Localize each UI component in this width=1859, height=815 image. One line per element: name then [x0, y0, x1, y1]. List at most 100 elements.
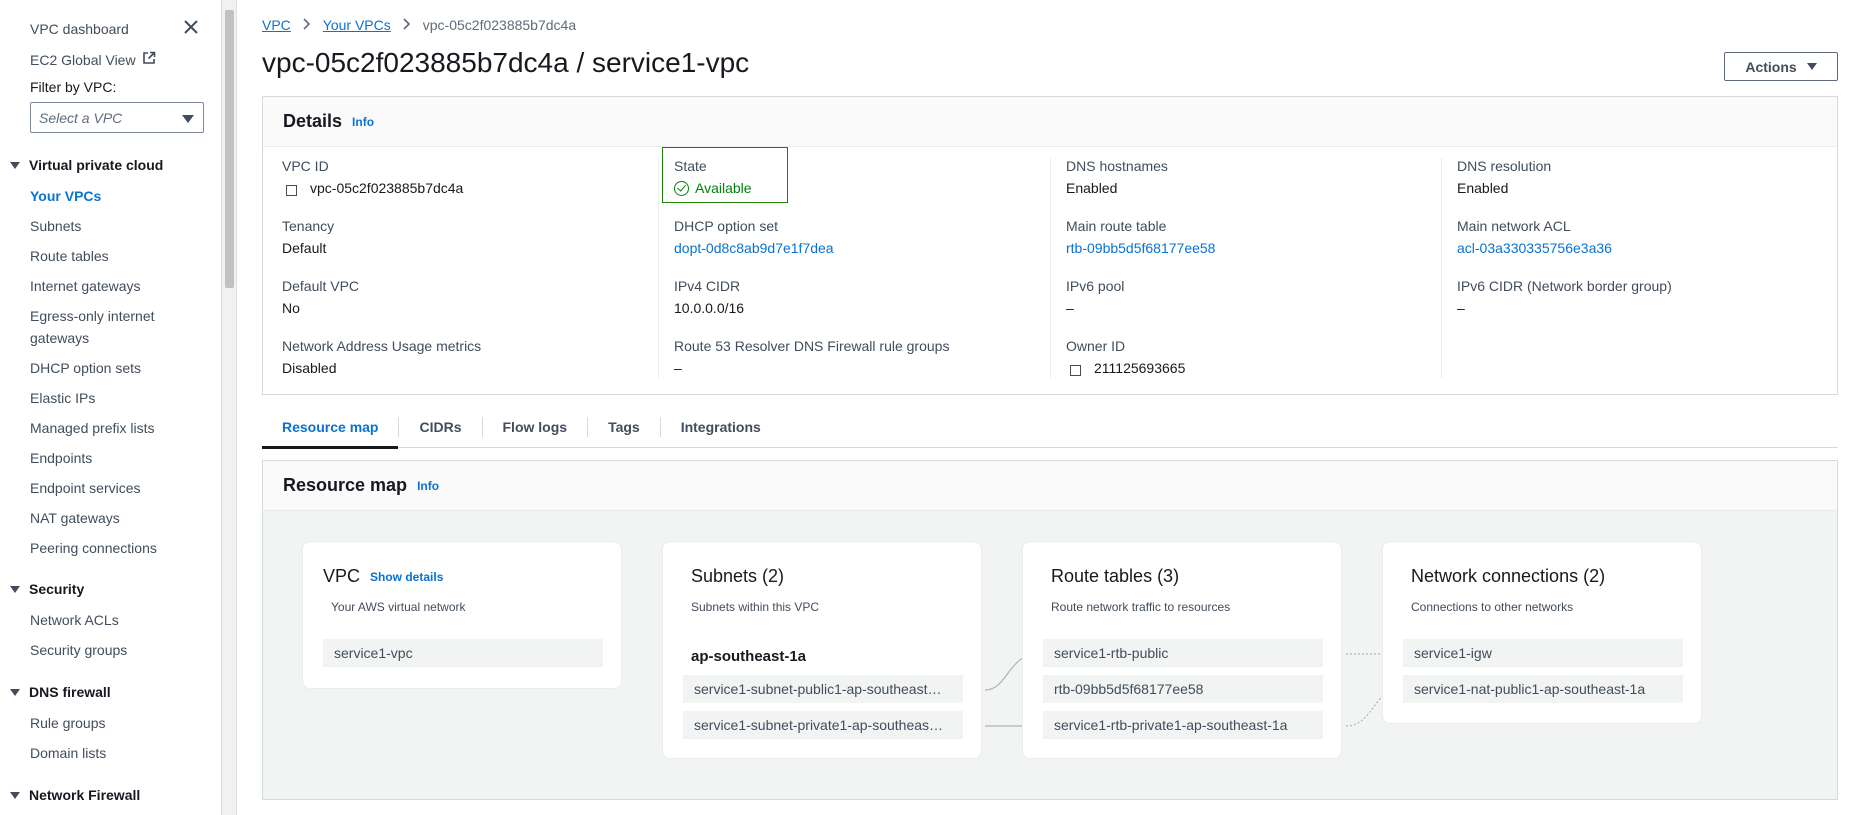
caret-down-icon — [10, 791, 20, 799]
sidebar-item-endpoints[interactable]: Endpoints — [30, 450, 92, 466]
copy-icon[interactable] — [286, 181, 301, 196]
caret-down-icon — [182, 115, 194, 123]
sidebar-section-network-firewall[interactable]: Network Firewall — [10, 787, 140, 803]
main-acl-link[interactable]: acl-03a330335756e3a36 — [1457, 240, 1612, 256]
sidebar-scrollbar[interactable] — [222, 0, 237, 815]
scrollbar-thumb[interactable] — [225, 10, 234, 288]
sidebar-item-elastic-ips[interactable]: Elastic IPs — [30, 390, 95, 406]
route53-label: Route 53 Resolver DNS Firewall rule grou… — [674, 338, 950, 354]
ipv6-cidr-value: – — [1457, 300, 1465, 316]
vpc-id-value: vpc-05c2f023885b7dc4a — [286, 180, 463, 196]
sidebar-vpc-dashboard[interactable]: VPC dashboard — [30, 21, 129, 37]
sidebar-item-dhcp-option-sets[interactable]: DHCP option sets — [30, 360, 141, 376]
sidebar-section-dns-firewall[interactable]: DNS firewall — [10, 684, 111, 700]
vpc-filter-placeholder: Select a VPC — [39, 109, 123, 126]
sidebar-section-security[interactable]: Security — [10, 581, 84, 597]
vpc-card-title: VPC Show details — [323, 566, 443, 587]
route-table-chip-main[interactable]: rtb-09bb5d5f68177ee58 — [1043, 675, 1323, 703]
main-content: VPC Your VPCs vpc-05c2f023885b7dc4a vpc-… — [238, 0, 1859, 815]
dhcp-link[interactable]: dopt-0d8c8ab9d7e1f7dea — [674, 240, 834, 256]
tab-resource-map[interactable]: Resource map — [262, 406, 399, 449]
route-table-chip-public[interactable]: service1-rtb-public — [1043, 639, 1323, 667]
subnets-card-subtitle: Subnets within this VPC — [691, 600, 820, 614]
chevron-right-icon — [403, 17, 411, 33]
network-chip-igw[interactable]: service1-igw — [1403, 639, 1683, 667]
sidebar-item-network-acls[interactable]: Network ACLs — [30, 612, 119, 628]
tab-bar: Resource map CIDRs Flow logs Tags Integr… — [262, 406, 1838, 449]
network-chip-nat[interactable]: service1-nat-public1-ap-southeast-1a — [1403, 675, 1683, 703]
ipv6-pool-label: IPv6 pool — [1066, 278, 1125, 294]
breadcrumb-current: vpc-05c2f023885b7dc4a — [422, 17, 577, 33]
subnet-chip-public[interactable]: service1-subnet-public1-ap-southeast… — [683, 675, 963, 703]
state-text: Available — [695, 180, 752, 196]
copy-icon[interactable] — [1070, 361, 1085, 376]
page-title: vpc-05c2f023885b7dc4a / service1-vpc — [262, 47, 750, 78]
main-route-table-label: Main route table — [1066, 218, 1167, 234]
sidebar-item-egress-only-gateways-line2[interactable]: gateways — [30, 330, 89, 346]
tab-cidrs[interactable]: CIDRs — [399, 406, 481, 448]
ipv6-pool-value: – — [1066, 300, 1074, 316]
route-tables-card-title: Route tables (3) — [1051, 566, 1180, 586]
sidebar-ec2-global-view[interactable]: EC2 Global View — [30, 51, 156, 68]
sidebar-item-peering-connections[interactable]: Peering connections — [30, 540, 157, 556]
vpc-chip[interactable]: service1-vpc — [323, 639, 603, 667]
sidebar-item-security-groups[interactable]: Security groups — [30, 642, 127, 658]
details-header: Details Info — [263, 97, 1837, 147]
sidebar-item-managed-prefix-lists[interactable]: Managed prefix lists — [30, 420, 155, 436]
chevron-right-icon — [303, 17, 311, 33]
sidebar-ec2-global-view-label: EC2 Global View — [30, 51, 136, 68]
sidebar-item-internet-gateways[interactable]: Internet gateways — [30, 278, 141, 294]
subnet-chip-private[interactable]: service1-subnet-private1-ap-southeas… — [683, 711, 963, 739]
details-info-link[interactable]: Info — [352, 115, 374, 129]
external-link-icon — [142, 51, 156, 68]
breadcrumb-your-vpcs[interactable]: Your VPCs — [323, 17, 391, 33]
main-route-table-link[interactable]: rtb-09bb5d5f68177ee58 — [1066, 240, 1215, 256]
vpc-id-text: vpc-05c2f023885b7dc4a — [310, 180, 464, 196]
breadcrumb-vpc[interactable]: VPC — [262, 17, 291, 33]
nau-metrics-label: Network Address Usage metrics — [282, 338, 482, 354]
resource-map-info-link[interactable]: Info — [417, 479, 439, 493]
sidebar-item-egress-only-gateways[interactable]: Egress-only internet — [30, 308, 155, 324]
section-title: Security — [29, 581, 85, 597]
vpc-filter-select[interactable]: Select a VPC — [30, 102, 204, 133]
sidebar-item-your-vpcs[interactable]: Your VPCs — [30, 188, 101, 204]
sidebar-item-domain-lists[interactable]: Domain lists — [30, 745, 106, 761]
state-value: Available — [674, 180, 752, 196]
owner-id-label: Owner ID — [1066, 338, 1126, 354]
network-connections-card-title: Network connections (2) — [1411, 566, 1606, 586]
filter-label: Filter by VPC: — [30, 79, 117, 95]
tab-flow-logs[interactable]: Flow logs — [483, 406, 588, 448]
actions-button[interactable]: Actions — [1724, 52, 1838, 81]
sidebar: VPC dashboard EC2 Global View Filter by … — [0, 0, 222, 815]
network-connections-card: Network connections (2) Connections to o… — [1382, 541, 1702, 724]
network-connections-card-subtitle: Connections to other networks — [1411, 600, 1574, 614]
vpc-card: VPC Show details Your AWS virtual networ… — [302, 541, 622, 689]
tenancy-value: Default — [282, 240, 327, 256]
show-details-link[interactable]: Show details — [370, 570, 443, 584]
tenancy-label: Tenancy — [282, 218, 335, 234]
vpc-card-title-text: VPC — [323, 566, 361, 586]
dhcp-label: DHCP option set — [674, 218, 779, 234]
sidebar-item-nat-gateways[interactable]: NAT gateways — [30, 510, 120, 526]
dns-hostnames-value: Enabled — [1066, 180, 1118, 196]
main-acl-label: Main network ACL — [1457, 218, 1571, 234]
sidebar-item-subnets[interactable]: Subnets — [30, 218, 81, 234]
dns-resolution-label: DNS resolution — [1457, 158, 1552, 174]
actions-label: Actions — [1745, 58, 1797, 75]
tab-tags[interactable]: Tags — [588, 406, 660, 448]
column-divider — [1441, 158, 1442, 378]
route-table-chip-private[interactable]: service1-rtb-private1-ap-southeast-1a — [1043, 711, 1323, 739]
ipv4-cidr-value: 10.0.0.0/16 — [674, 300, 745, 316]
dns-resolution-value: Enabled — [1457, 180, 1509, 196]
sidebar-item-rule-groups[interactable]: Rule groups — [30, 715, 106, 731]
caret-down-icon — [10, 585, 20, 593]
sidebar-section-virtual-private-cloud[interactable]: Virtual private cloud — [10, 157, 163, 173]
sidebar-item-endpoint-services[interactable]: Endpoint services — [30, 480, 141, 496]
resource-map-panel: Resource map Info VPC Show details Your … — [262, 460, 1838, 800]
sidebar-item-route-tables[interactable]: Route tables — [30, 248, 109, 264]
subnets-card-title: Subnets (2) — [691, 566, 785, 586]
tab-integrations[interactable]: Integrations — [661, 406, 781, 448]
close-icon[interactable] — [183, 19, 199, 35]
nau-metrics-value: Disabled — [282, 360, 337, 376]
availability-zone-label: ap-southeast-1a — [691, 648, 807, 665]
